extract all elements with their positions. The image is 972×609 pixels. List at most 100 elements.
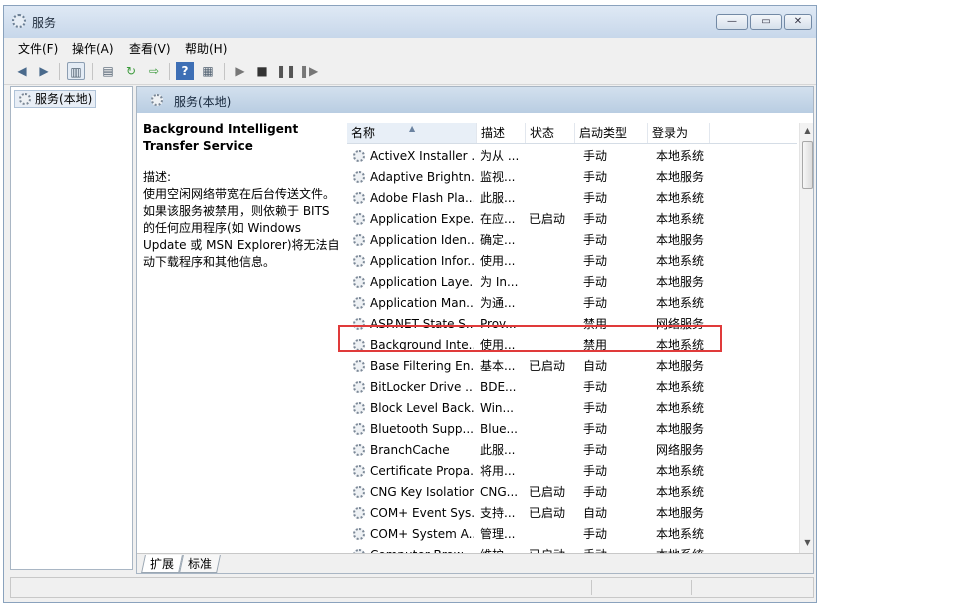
- table-row[interactable]: Block Level Back... Win... 手动 本地系统: [347, 398, 797, 419]
- table-row[interactable]: Background Inte... 使用... 禁用 本地系统: [347, 335, 797, 356]
- help-icon[interactable]: ?: [176, 62, 194, 80]
- stop-service-icon[interactable]: ■: [253, 62, 271, 80]
- scrollbar-thumb[interactable]: [802, 141, 813, 189]
- menu-file[interactable]: 文件(F): [18, 40, 58, 57]
- table-row[interactable]: Application Expe... 在应... 已启动 手动 本地系统: [347, 209, 797, 230]
- cell-name: Certificate Propa...: [370, 464, 474, 478]
- tab-standard[interactable]: 标准: [179, 555, 221, 573]
- menu-action[interactable]: 操作(A): [72, 40, 114, 57]
- cell-startup-type: 手动: [583, 401, 608, 415]
- menu-view[interactable]: 查看(V): [129, 40, 171, 57]
- service-gear-icon: [353, 234, 365, 246]
- cell-name: COM+ Event Sys...: [370, 506, 474, 520]
- cell-name: CNG Key Isolation: [370, 485, 474, 499]
- scroll-up-arrow-icon[interactable]: ▲: [802, 125, 813, 137]
- cell-log-on-as: 本地系统: [656, 212, 705, 226]
- column-header-log-on-as[interactable]: 登录为: [648, 123, 710, 143]
- services-list: ▲ 名称 描述 状态 启动类型 登录为 ActiveX Installer ..…: [347, 113, 813, 553]
- cell-name: Adaptive Brightn...: [370, 170, 474, 184]
- column-header-status[interactable]: 状态: [526, 123, 575, 143]
- tree-item-services-local[interactable]: 服务(本地): [14, 90, 97, 108]
- tree-item-label: 服务(本地): [35, 92, 93, 106]
- start-service-icon[interactable]: ▶: [231, 62, 249, 80]
- cell-name: Adobe Flash Pla...: [370, 191, 474, 205]
- table-row[interactable]: Base Filtering En... 基本... 已启动 自动 本地服务: [347, 356, 797, 377]
- properties-icon[interactable]: ▤: [99, 62, 117, 80]
- tab-extended[interactable]: 扩展: [141, 555, 183, 573]
- cell-description: 支持...: [480, 506, 516, 520]
- cell-description: 为 In...: [480, 275, 519, 289]
- status-bar-separator: [591, 580, 592, 595]
- services-pane: 服务(本地) Background Intelligent Transfer S…: [136, 86, 814, 574]
- service-gear-icon: [353, 318, 365, 330]
- cell-startup-type: 手动: [583, 191, 608, 205]
- table-row[interactable]: COM+ Event Sys... 支持... 已启动 自动 本地服务: [347, 503, 797, 524]
- column-header-name[interactable]: ▲ 名称: [347, 123, 477, 143]
- table-row[interactable]: COM+ System A... 管理... 手动 本地系统: [347, 524, 797, 545]
- cell-log-on-as: 本地系统: [656, 149, 705, 163]
- cell-status: [529, 335, 577, 356]
- cell-startup-type: 手动: [583, 485, 608, 499]
- cell-description: 在应...: [480, 212, 516, 226]
- console-tree-icon[interactable]: ▥: [67, 62, 85, 80]
- table-row[interactable]: ActiveX Installer ... 为从 ... 手动 本地系统: [347, 146, 797, 167]
- cell-log-on-as: 本地系统: [656, 380, 705, 394]
- cell-name: Application Laye...: [370, 275, 474, 289]
- cell-description: 为通...: [480, 296, 516, 310]
- menu-help[interactable]: 帮助(H): [185, 40, 227, 57]
- cell-log-on-as: 本地服务: [656, 359, 705, 373]
- cell-log-on-as: 本地系统: [656, 254, 705, 268]
- restart-service-icon[interactable]: ❚▶: [299, 62, 318, 80]
- table-row[interactable]: Application Iden... 确定... 手动 本地服务: [347, 230, 797, 251]
- table-row[interactable]: Certificate Propa... 将用... 手动 本地系统: [347, 461, 797, 482]
- table-row[interactable]: Application Man... 为通... 手动 本地系统: [347, 293, 797, 314]
- cell-status: [529, 377, 577, 398]
- action-pane-icon[interactable]: ▦: [199, 62, 217, 80]
- table-row[interactable]: ASP.NET State S... Prov... 禁用 网络服务: [347, 314, 797, 335]
- pause-service-icon[interactable]: ❚❚: [276, 62, 296, 80]
- cell-description: CNG...: [480, 485, 519, 499]
- close-button[interactable]: ✕: [784, 14, 812, 30]
- toolbar: ◀ ▶ ▥ ▤ ↻ ⇨ ? ▦ ▶ ■ ❚❚ ❚▶: [4, 58, 816, 85]
- table-row[interactable]: Computer Brow... 维护... 已启动手动本地系统: [347, 545, 797, 553]
- minimize-button[interactable]: —: [716, 14, 748, 30]
- cell-name: Application Expe...: [370, 212, 474, 226]
- table-row[interactable]: CNG Key Isolation CNG... 已启动 手动 本地系统: [347, 482, 797, 503]
- view-tabs: 扩展 标准: [137, 553, 813, 573]
- cell-name: Application Iden...: [370, 233, 474, 247]
- toolbar-separator: [59, 63, 60, 80]
- cell-startup-type: 手动: [583, 464, 608, 478]
- back-arrow-icon[interactable]: ◀: [13, 62, 31, 80]
- column-header-description[interactable]: 描述: [477, 123, 526, 143]
- title-bar[interactable]: 服务 — ▭ ✕: [4, 6, 816, 38]
- cell-startup-type: 禁用: [583, 317, 608, 331]
- cell-name: Background Inte...: [370, 338, 474, 352]
- table-row[interactable]: Adaptive Brightn... 监视... 手动 本地服务: [347, 167, 797, 188]
- cell-status: 已启动: [529, 506, 566, 520]
- forward-arrow-icon[interactable]: ▶: [35, 62, 53, 80]
- menu-bar: 文件(F) 操作(A) 查看(V) 帮助(H): [4, 38, 816, 58]
- table-row[interactable]: Adobe Flash Pla... 此服... 手动 本地系统: [347, 188, 797, 209]
- cell-startup-type: 手动: [583, 443, 608, 457]
- refresh-icon[interactable]: ↻: [122, 62, 140, 80]
- maximize-button[interactable]: ▭: [750, 14, 782, 30]
- table-row[interactable]: BranchCache 此服... 手动 网络服务: [347, 440, 797, 461]
- vertical-scrollbar[interactable]: ▲ ▼: [799, 123, 813, 553]
- cell-log-on-as: 本地服务: [656, 275, 705, 289]
- services-window: 服务 — ▭ ✕ 文件(F) 操作(A) 查看(V) 帮助(H) ◀ ▶ ▥ ▤…: [3, 5, 817, 603]
- service-gear-icon: [353, 528, 365, 540]
- cell-status: [529, 272, 577, 293]
- table-row[interactable]: Bluetooth Supp... Blue... 手动 本地服务: [347, 419, 797, 440]
- export-list-icon[interactable]: ⇨: [145, 62, 163, 80]
- cell-description: 基本...: [480, 359, 516, 373]
- service-gear-icon: [353, 381, 365, 393]
- table-row[interactable]: Application Infor... 使用... 手动 本地系统: [347, 251, 797, 272]
- table-row[interactable]: Application Laye... 为 In... 手动 本地服务: [347, 272, 797, 293]
- table-row[interactable]: BitLocker Drive ... BDE... 手动 本地系统: [347, 377, 797, 398]
- column-header-startup-type[interactable]: 启动类型: [575, 123, 648, 143]
- service-gear-icon: [353, 507, 365, 519]
- cell-description: 使用...: [480, 338, 516, 352]
- service-gear-icon: [353, 192, 365, 204]
- scroll-down-arrow-icon[interactable]: ▼: [802, 537, 813, 549]
- cell-status: [529, 398, 577, 419]
